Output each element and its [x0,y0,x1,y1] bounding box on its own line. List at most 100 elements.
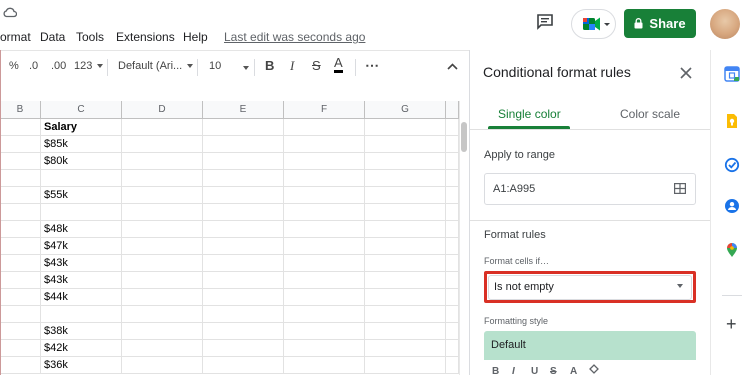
column-header-f[interactable]: F [284,101,365,119]
salary-cell[interactable]: $80k [41,153,122,170]
grid-cell[interactable] [203,255,284,272]
grid-cell[interactable] [122,153,203,170]
grid-cell[interactable] [122,340,203,357]
text-color-button[interactable]: A [334,56,343,73]
salary-cell[interactable]: $85k [41,136,122,153]
grid-scroll-thumb[interactable] [461,122,467,152]
tab-single-color[interactable]: Single color [498,107,561,121]
grid-cell[interactable] [0,187,41,204]
salary-cell[interactable]: $44k [41,289,122,306]
grid-cell[interactable] [0,340,41,357]
calendar-icon[interactable] [724,66,740,82]
grid-cell[interactable] [284,306,365,323]
grid-cell[interactable] [122,272,203,289]
salary-cell[interactable] [41,204,122,221]
grid-cell[interactable] [365,238,446,255]
grid-cell[interactable] [0,238,41,255]
style-underline-button[interactable]: U [531,366,538,375]
menu-extensions[interactable]: Extensions [116,30,175,44]
style-strikethrough-button[interactable]: S [550,366,557,375]
salary-cell[interactable]: $48k [41,221,122,238]
column-header-g[interactable]: G [365,101,446,119]
share-button[interactable]: Share [624,9,696,38]
grid-cell[interactable] [0,153,41,170]
range-input[interactable]: A1:A995 [484,173,696,205]
grid-cell[interactable] [203,221,284,238]
grid-cell[interactable] [122,204,203,221]
column-header-e[interactable]: E [203,101,284,119]
grid-cell[interactable] [284,153,365,170]
grid-cell[interactable] [122,255,203,272]
grid-cell[interactable] [284,238,365,255]
menu-help[interactable]: Help [183,30,208,44]
grid-cell[interactable] [365,170,446,187]
grid-cell[interactable] [284,204,365,221]
grid-cell[interactable] [284,289,365,306]
select-range-icon[interactable] [674,183,686,194]
grid-cell[interactable] [365,306,446,323]
more-formats-button[interactable]: 123 [74,60,104,72]
column-header-b[interactable]: B [0,101,41,119]
meet-button[interactable] [571,9,616,39]
grid-cell[interactable] [365,289,446,306]
grid-cell[interactable] [446,238,459,255]
grid-cell[interactable] [203,357,284,374]
grid-cell[interactable] [203,289,284,306]
column-header-c[interactable]: C [41,101,122,119]
more-options-button[interactable]: ⋯ [365,57,379,74]
style-italic-button[interactable]: I [512,366,515,375]
last-edit-link[interactable]: Last edit was seconds ago [224,30,365,44]
salary-cell[interactable]: $55k [41,187,122,204]
chevron-up-icon[interactable] [447,63,458,70]
grid-cell[interactable] [284,187,365,204]
grid-cell[interactable] [446,187,459,204]
style-text-color-button[interactable]: A [570,366,577,375]
grid-cell[interactable] [284,170,365,187]
grid-cell[interactable] [446,221,459,238]
grid-cell[interactable] [122,187,203,204]
grid-cell[interactable] [365,340,446,357]
grid-cell[interactable] [446,119,459,136]
menu-data[interactable]: Data [40,30,65,44]
grid-cell[interactable] [122,289,203,306]
formatting-style-preview[interactable]: Default [484,331,696,360]
strikethrough-button[interactable]: S [312,58,321,73]
grid-cell[interactable] [122,221,203,238]
grid-cell[interactable] [284,255,365,272]
cloud-saved-icon[interactable] [3,6,17,18]
keep-icon[interactable] [724,113,740,129]
grid-cell[interactable] [203,272,284,289]
grid-cell[interactable] [0,170,41,187]
account-avatar[interactable] [710,9,740,39]
grid-cell[interactable] [203,136,284,153]
grid-cell[interactable] [446,255,459,272]
grid-cell[interactable] [446,136,459,153]
grid-cell[interactable] [446,357,459,374]
grid-cell[interactable] [0,357,41,374]
grid-cell[interactable] [203,306,284,323]
italic-button[interactable]: I [290,58,294,74]
salary-cell[interactable]: $36k [41,357,122,374]
font-family-select[interactable]: Default (Ari... [118,60,194,72]
font-size-select[interactable]: 10 [209,60,221,72]
grid-cell[interactable] [365,255,446,272]
chevron-down-icon[interactable] [243,66,249,70]
grid-cell[interactable] [365,221,446,238]
decrease-decimals-button[interactable]: .0 [29,60,38,72]
grid-cell[interactable] [446,204,459,221]
menu-tools[interactable]: Tools [76,30,104,44]
grid-cell[interactable] [0,204,41,221]
salary-cell[interactable]: $42k [41,340,122,357]
close-icon[interactable] [679,66,693,80]
grid-cell[interactable] [0,272,41,289]
grid-cell[interactable] [365,136,446,153]
grid-cell[interactable] [203,119,284,136]
tasks-icon[interactable] [724,157,740,173]
grid-cell[interactable] [446,323,459,340]
increase-decimals-button[interactable]: .00 [51,60,66,72]
salary-cell[interactable]: $43k [41,272,122,289]
grid-cell[interactable] [0,136,41,153]
grid-cell[interactable] [365,357,446,374]
grid-cell[interactable] [365,119,446,136]
add-icon[interactable]: + [726,315,737,333]
